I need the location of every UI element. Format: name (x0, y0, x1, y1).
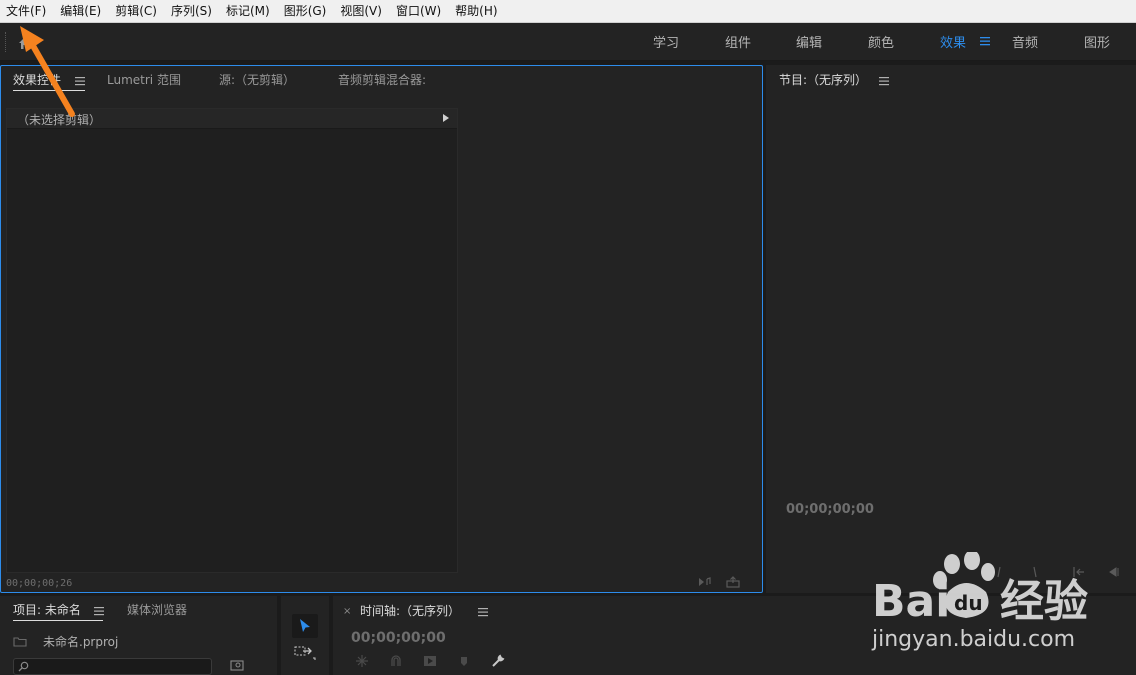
program-monitor-panel: 节目:（无序列） 00;00;00;00 (766, 65, 1136, 593)
active-tab-underline (13, 90, 85, 91)
tab-lumetri-scopes[interactable]: Lumetri 范围 (107, 71, 181, 88)
selection-tool[interactable] (292, 614, 318, 638)
new-bin-icon[interactable] (230, 660, 244, 671)
tab-effect-controls[interactable]: 效果控件 (13, 71, 61, 88)
effect-controls-timecode: 00;00;00;26 (6, 578, 73, 589)
folder-icon (13, 637, 27, 647)
menu-window[interactable]: 窗口(W) (389, 0, 448, 23)
svg-text:经验: 经验 (1000, 576, 1088, 627)
workspace-bar: 学习 组件 编辑 颜色 效果 音频 图形 (0, 23, 1136, 61)
home-icon[interactable] (17, 35, 33, 51)
menu-edit[interactable]: 编辑(E) (53, 0, 108, 23)
timeline-title[interactable]: 时间轴:（无序列） (360, 602, 460, 619)
project-file-name[interactable]: 未命名.prproj (43, 633, 118, 650)
menu-file[interactable]: 文件(F) (0, 0, 53, 23)
menu-markers[interactable]: 标记(M) (219, 0, 277, 23)
workspace-tab-audio[interactable]: 音频 (1012, 32, 1038, 51)
tools-panel (281, 596, 329, 675)
nest-sequence-icon[interactable] (355, 654, 369, 668)
export-icon[interactable] (726, 576, 740, 588)
timeline-timecode: 00;00;00;00 (351, 630, 446, 646)
menu-bar: 文件(F) 编辑(E) 剪辑(C) 序列(S) 标记(M) 图形(G) 视图(V… (0, 0, 1136, 23)
project-tab-underline (13, 620, 103, 621)
tab-audio-clip-mixer[interactable]: 音频剪辑混合器: (338, 71, 426, 88)
svg-text:du: du (954, 591, 983, 615)
linked-selection-icon[interactable] (423, 654, 437, 668)
menu-graphics[interactable]: 图形(G) (277, 0, 334, 23)
timeline-menu-icon[interactable] (478, 607, 489, 617)
menu-sequence[interactable]: 序列(S) (164, 0, 219, 23)
workspace-tab-graphics[interactable]: 图形 (1084, 32, 1110, 51)
menu-view[interactable]: 视图(V) (333, 0, 389, 23)
search-icon (18, 661, 29, 672)
project-search-input[interactable] (13, 658, 212, 675)
effect-controls-panel: 效果控件 Lumetri 范围 源:（无剪辑） 音频剪辑混合器: （未选择剪辑）… (0, 65, 763, 593)
menu-help[interactable]: 帮助(H) (448, 0, 504, 23)
expand-arrow-icon[interactable] (443, 114, 449, 122)
program-monitor-title[interactable]: 节目:（无序列） (779, 71, 867, 88)
add-marker-icon[interactable] (457, 654, 471, 668)
program-menu-icon[interactable] (879, 76, 890, 86)
close-icon[interactable]: × (343, 606, 351, 617)
track-select-tool-icon[interactable] (293, 644, 317, 662)
menu-clip[interactable]: 剪辑(C) (108, 0, 164, 23)
svg-text:Bai: Bai (872, 576, 950, 627)
workspace-tab-editing[interactable]: 编辑 (796, 32, 822, 51)
effect-controls-area: （未选择剪辑） (6, 108, 458, 573)
panel-menu-icon[interactable] (75, 76, 86, 86)
project-menu-icon[interactable] (94, 606, 105, 616)
workspace-menu-icon[interactable] (979, 35, 991, 47)
tab-media-browser[interactable]: 媒体浏览器 (127, 601, 187, 618)
tab-project[interactable]: 项目: 未命名 (13, 601, 81, 618)
wrench-icon[interactable] (491, 654, 505, 668)
audio-play-icon[interactable] (698, 576, 712, 588)
clip-header: （未选择剪辑） (7, 109, 457, 129)
workspace-tab-effects[interactable]: 效果 (940, 32, 966, 51)
program-timecode: 00;00;00;00 (786, 502, 874, 517)
project-panel: 项目: 未命名 媒体浏览器 未命名.prproj (0, 596, 277, 675)
baidu-jingyan-watermark: Bai 经验 jingyan.baidu.com du (871, 552, 1088, 652)
tab-source[interactable]: 源:（无剪辑） (219, 71, 295, 88)
workspace-tab-learn[interactable]: 学习 (653, 32, 679, 51)
no-clip-label: （未选择剪辑） (17, 113, 102, 127)
selection-arrow-icon (300, 619, 310, 632)
svg-text:jingyan.baidu.com: jingyan.baidu.com (871, 627, 1075, 652)
workspace-tab-assembly[interactable]: 组件 (725, 32, 751, 51)
panel-grip[interactable] (5, 32, 7, 52)
workspace-tab-color[interactable]: 颜色 (868, 32, 894, 51)
snap-magnet-icon[interactable] (389, 654, 403, 668)
